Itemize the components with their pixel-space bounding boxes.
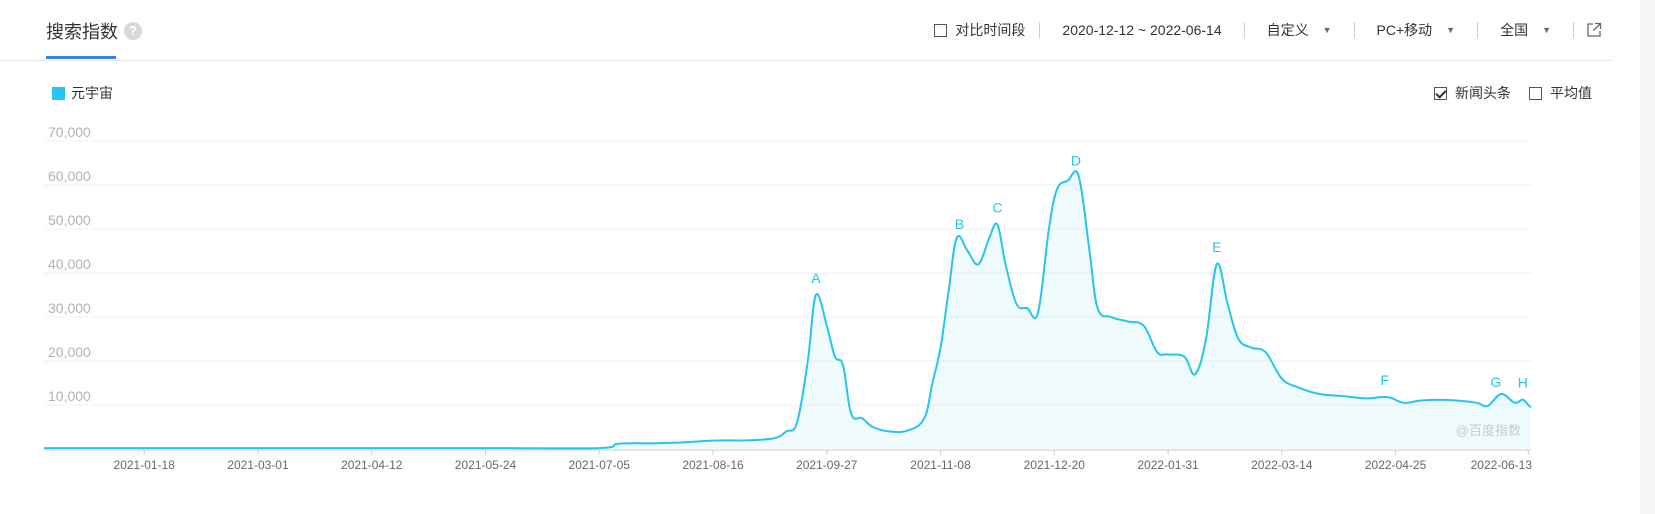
event-marker: F bbox=[1380, 372, 1389, 388]
x-tick-label: 2022-03-14 bbox=[1251, 458, 1313, 472]
y-tick-label: 60,000 bbox=[48, 168, 91, 184]
x-tick-label: 2021-07-05 bbox=[569, 458, 631, 472]
event-marker: H bbox=[1518, 375, 1528, 391]
search-index-chart: 10,000 20,000 30,000 40,000 50,000 60,000 70,0… bbox=[43, 124, 1533, 472]
x-tick-label: 2022-01-31 bbox=[1137, 458, 1199, 472]
x-tick-label: 2021-11-08 bbox=[910, 458, 971, 472]
y-tick-label: 40,000 bbox=[48, 256, 91, 272]
chart-card: 搜索指数 ? 对比时间段 2020-12-12 ~ 2022-06-14 自定义… bbox=[0, 0, 1640, 514]
x-tick-label: 2022-04-25 bbox=[1365, 458, 1427, 472]
x-tick-label: 2021-08-16 bbox=[682, 458, 744, 472]
x-tick-label: 2021-01-18 bbox=[114, 458, 176, 472]
y-tick-label: 70,000 bbox=[48, 124, 91, 140]
series-area bbox=[44, 171, 1531, 449]
watermark: @百度指数 bbox=[1456, 423, 1521, 438]
event-marker: B bbox=[955, 216, 964, 232]
x-tick-label: 2021-04-12 bbox=[341, 458, 403, 472]
x-tick-label: 2021-05-24 bbox=[455, 458, 517, 472]
y-tick-label: 10,000 bbox=[48, 388, 91, 404]
x-tick-label: 2021-12-20 bbox=[1024, 458, 1086, 472]
event-marker: A bbox=[811, 270, 821, 286]
x-tick-label: 2022-06-13 bbox=[1471, 458, 1533, 472]
y-tick-label: 30,000 bbox=[48, 300, 91, 316]
event-marker: D bbox=[1071, 152, 1081, 168]
y-tick-label: 50,000 bbox=[48, 212, 91, 228]
y-tick-label: 20,000 bbox=[48, 344, 91, 360]
event-marker: E bbox=[1212, 239, 1221, 255]
event-marker: G bbox=[1490, 374, 1501, 390]
event-marker: C bbox=[992, 200, 1002, 216]
x-tick-label: 2021-03-01 bbox=[227, 458, 289, 472]
x-tick-label: 2021-09-27 bbox=[796, 458, 858, 472]
